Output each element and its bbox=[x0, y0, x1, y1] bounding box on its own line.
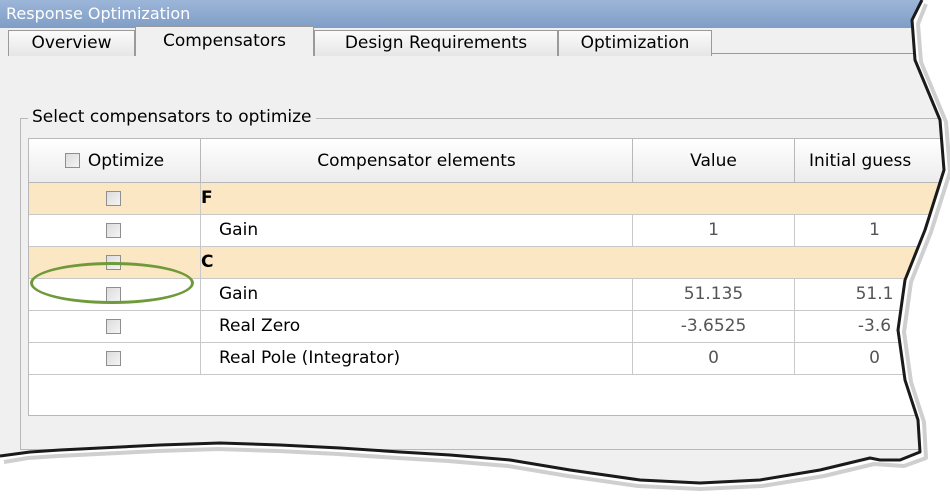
element-name: Real Pole (Integrator) bbox=[201, 343, 633, 374]
header-value[interactable]: Value bbox=[633, 139, 795, 183]
optimize-checkbox[interactable] bbox=[106, 351, 121, 366]
table-row: Gain 1 1 bbox=[29, 215, 944, 247]
element-value[interactable]: 51.135 bbox=[633, 279, 795, 310]
table-row: Real Zero -3.6525 -3.6 bbox=[29, 311, 944, 343]
tab-compensators[interactable]: Compensators bbox=[135, 26, 314, 56]
header-compensator-elements[interactable]: Compensator elements bbox=[201, 139, 633, 183]
element-initial-guess[interactable]: 0 bbox=[795, 343, 944, 374]
header-optimize-label: Optimize bbox=[87, 151, 165, 171]
element-value[interactable]: -3.6525 bbox=[633, 311, 795, 342]
optimize-all-checkbox[interactable] bbox=[64, 153, 80, 168]
optimize-checkbox[interactable] bbox=[106, 319, 121, 334]
element-initial-guess[interactable]: -3.6 bbox=[795, 311, 944, 342]
optimize-cell bbox=[29, 311, 201, 342]
optimize-checkbox[interactable] bbox=[106, 223, 121, 238]
element-name: Gain bbox=[201, 215, 633, 246]
element-initial-guess[interactable]: 51.1 bbox=[795, 279, 944, 310]
optimize-checkbox[interactable] bbox=[106, 191, 121, 206]
header-initial-guess[interactable]: Initial guess bbox=[795, 139, 944, 183]
element-name: Gain bbox=[201, 279, 633, 310]
table-row: Real Pole (Integrator) 0 0 bbox=[29, 343, 944, 375]
window-title: Response Optimization bbox=[0, 0, 944, 28]
group-name: C bbox=[201, 252, 214, 272]
element-value[interactable]: 1 bbox=[633, 215, 795, 246]
tab-overview[interactable]: Overview bbox=[8, 30, 135, 56]
tab-design-requirements[interactable]: Design Requirements bbox=[314, 30, 558, 56]
optimize-cell bbox=[29, 183, 201, 214]
group-name: F bbox=[201, 188, 213, 208]
tab-optimization[interactable]: Optimization bbox=[558, 30, 712, 56]
optimize-cell bbox=[29, 215, 201, 246]
element-initial-guess[interactable]: 1 bbox=[795, 215, 944, 246]
highlight-ellipse-annotation bbox=[30, 262, 194, 304]
header-optimize[interactable]: Optimize bbox=[29, 139, 201, 183]
element-name: Real Zero bbox=[201, 311, 633, 342]
group-label: Select compensators to optimize bbox=[28, 105, 316, 129]
element-value[interactable]: 0 bbox=[633, 343, 795, 374]
response-optimization-window: Response Optimization Overview Compensat… bbox=[0, 0, 944, 483]
optimize-cell bbox=[29, 343, 201, 374]
table-row-group-f: F bbox=[29, 183, 944, 215]
